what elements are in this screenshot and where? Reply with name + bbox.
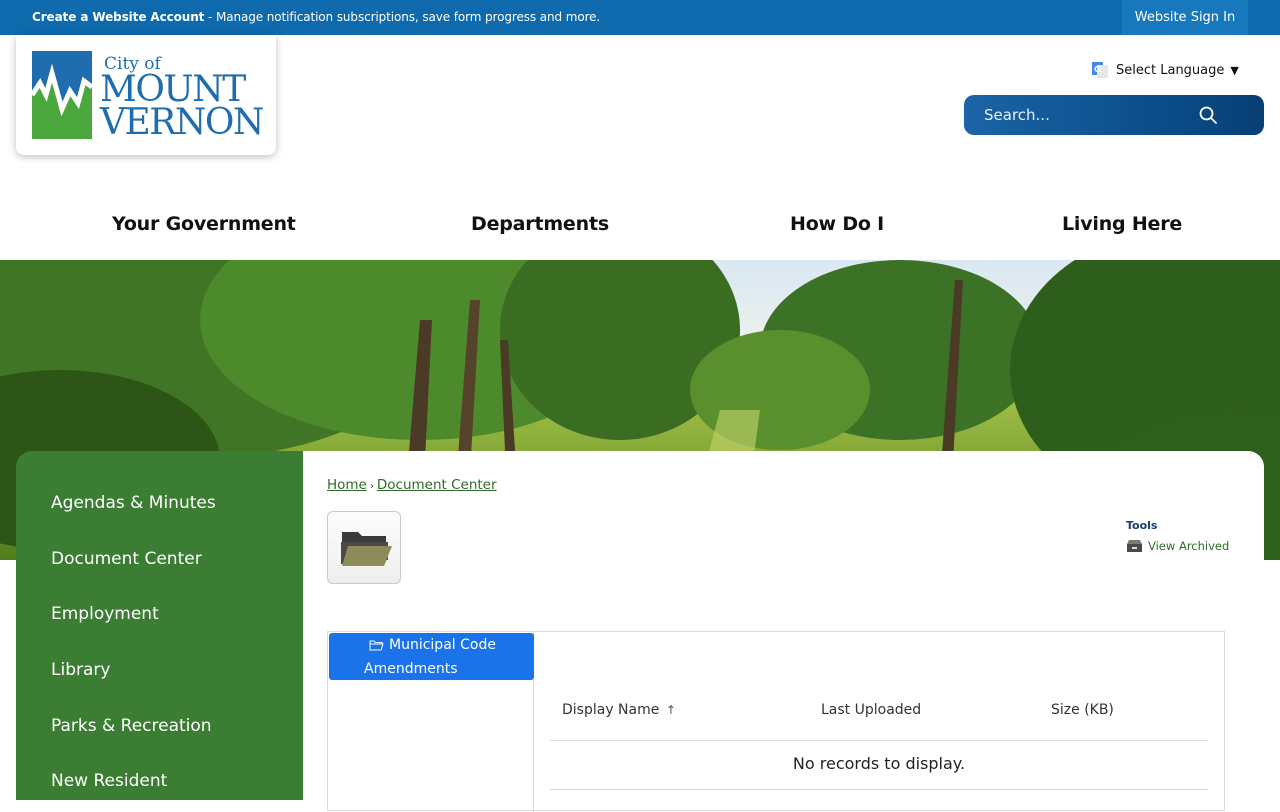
sidebar: Agendas & Minutes Document Center Employ… [16,451,303,800]
breadcrumb: Home › Document Center [327,477,497,493]
create-account-link[interactable]: Create a Website Account - Manage notifi… [32,10,600,24]
sort-ascending-icon: ↑ [665,703,676,717]
header-divider [550,740,1208,741]
search-box[interactable]: Search... [964,95,1264,135]
website-sign-in-button[interactable]: Website Sign In [1122,0,1248,35]
open-folder-icon [341,532,392,566]
folder-tree-item-line1: Municipal Code [369,637,496,653]
column-header-display-name-label: Display Name [562,702,660,718]
folder-name-line1: Municipal Code [389,637,496,653]
sidebar-item-employment[interactable]: Employment [51,604,159,624]
logo-vernon: VERNON [100,102,264,143]
archive-box-icon [1127,540,1142,552]
nav-departments[interactable]: Departments [471,213,609,235]
document-center-folder-button[interactable] [327,511,401,584]
folder-icon [369,640,384,651]
breadcrumb-separator: › [369,481,374,492]
sidebar-item-parks-recreation[interactable]: Parks & Recreation [51,716,212,736]
search-icon[interactable] [1198,105,1218,125]
logo-wordmark: City of MOUNT VERNON [100,55,264,143]
chevron-down-icon: ▼ [1230,63,1239,77]
mountain-logo-icon [32,51,92,139]
document-list-frame: Municipal Code Amendments Display Name ↑… [327,631,1225,812]
column-header-last-uploaded[interactable]: Last Uploaded [821,702,921,718]
select-language-label: Select Language [1116,62,1225,78]
site-logo[interactable]: City of MOUNT VERNON [16,35,276,155]
tools-heading: Tools [1126,519,1158,532]
content-panel: Home › Document Center Tools View Archived [303,451,1264,812]
create-account-description: - Manage notification subscriptions, sav… [204,10,601,24]
view-archived-label: View Archived [1148,539,1230,553]
folder-tree: Municipal Code Amendments [328,632,534,812]
breadcrumb-document-center-link[interactable]: Document Center [377,477,497,493]
svg-text:G: G [1094,65,1101,74]
nav-living-here[interactable]: Living Here [1062,213,1182,235]
search-input[interactable]: Search... [984,106,1050,124]
sidebar-item-new-resident[interactable]: New Resident [51,771,167,791]
column-header-size-kb[interactable]: Size (KB) [1051,702,1114,718]
nav-how-do-i[interactable]: How Do I [790,213,884,235]
no-records-message: No records to display. [792,754,966,773]
breadcrumb-home-link[interactable]: Home [327,477,367,493]
row-divider [550,789,1208,790]
sidebar-item-library[interactable]: Library [51,660,110,680]
view-archived-link[interactable]: View Archived [1126,539,1229,553]
sidebar-item-document-center[interactable]: Document Center [51,549,202,569]
column-header-display-name[interactable]: Display Name ↑ [562,702,676,718]
top-bar: Create a Website Account - Manage notifi… [0,0,1280,35]
google-translate-icon: G [1092,62,1108,78]
select-language-dropdown[interactable]: G Select Language ▼ [1092,60,1252,80]
folder-tree-item-municipal-code-amendments[interactable]: Municipal Code Amendments [329,633,534,680]
folder-name-line2: Amendments [364,661,458,677]
nav-your-government[interactable]: Your Government [112,213,296,235]
sidebar-item-agendas-minutes[interactable]: Agendas & Minutes [51,493,216,513]
